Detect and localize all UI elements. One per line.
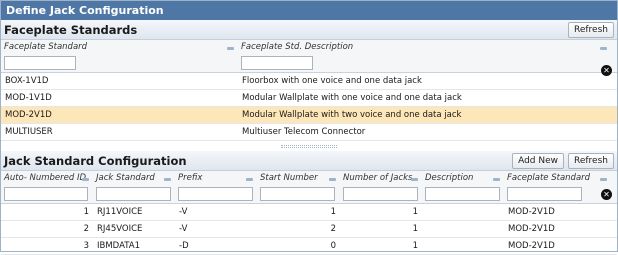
start-number-cell: 0 [330, 241, 336, 251]
jack-col-prefix[interactable]: Prefix [175, 173, 257, 183]
start-number-cell: 2 [330, 224, 336, 234]
number-of-jacks-cell: 1 [412, 224, 418, 234]
jack-grid-body: 1 RJ11VOICE -V 1 1 MOD-2V1D 2 RJ45VOICE … [1, 204, 617, 255]
column-label: Prefix [178, 173, 203, 183]
sort-handle-icon[interactable] [82, 178, 89, 181]
faceplate-description-cell: Multiuser Telecom Connector [242, 127, 366, 137]
jack-col-standard[interactable]: Jack Standard [93, 173, 175, 183]
jack-faceplate-cell: MOD-2V1D [508, 241, 555, 251]
jack-col-start[interactable]: Start Number [257, 173, 340, 183]
jack-col-count[interactable]: Number of Jacks [340, 173, 422, 183]
start-number-cell: 1 [330, 207, 336, 217]
faceplate-standard-cell: MULTIUSER [5, 127, 53, 137]
jack-faceplate-cell: MOD-2V1D [508, 207, 555, 217]
faceplate-standard-filter-input[interactable] [4, 56, 76, 70]
window-title: Define Jack Configuration [1, 1, 617, 20]
faceplate-standard-cell: MOD-1V1D [5, 93, 52, 103]
faceplate-description-cell: Modular Wallplate with two voice and one… [242, 110, 462, 120]
faceplate-section-header: Faceplate Standards Refresh [1, 20, 617, 40]
jack-id-filter-input[interactable] [4, 187, 88, 201]
faceplate-filter-description-cell [238, 56, 615, 70]
table-row[interactable]: 3 IBMDATA1 -D 0 1 MOD-2V1D [1, 238, 617, 255]
jack-filter-start-cell [257, 187, 340, 201]
faceplate-refresh-button[interactable]: Refresh [568, 21, 614, 38]
jack-id-cell: 1 [83, 207, 89, 217]
jack-standard-cell: RJ11VOICE [97, 207, 143, 217]
sort-handle-icon[interactable] [227, 47, 234, 50]
column-label: Start Number [260, 173, 318, 183]
prefix-cell: -V [179, 207, 188, 217]
jack-filter-standard-cell [93, 187, 175, 201]
jack-col-faceplate[interactable]: Faceplate Standard [504, 173, 615, 183]
jack-id-cell: 3 [83, 241, 89, 251]
faceplate-section-title: Faceplate Standards [4, 22, 138, 37]
jack-standard-cell: IBMDATA1 [97, 241, 140, 251]
faceplate-standard-cell: BOX-1V1D [5, 76, 49, 86]
jack-filter-description-cell [422, 187, 504, 201]
jack-filter-faceplate-cell [504, 187, 615, 201]
column-label: Faceplate Standard [507, 173, 591, 183]
sort-handle-icon[interactable] [493, 178, 500, 181]
jack-filter-prefix-cell [175, 187, 257, 201]
add-new-button[interactable]: Add New [512, 152, 564, 169]
column-label: Jack Standard [96, 173, 155, 183]
clear-filter-icon[interactable]: ✕ [601, 189, 612, 200]
sort-handle-icon[interactable] [246, 178, 253, 181]
define-jack-configuration-window: Define Jack Configuration Faceplate Stan… [0, 0, 618, 255]
faceplate-filter-standard-cell [1, 56, 238, 70]
sort-handle-icon[interactable] [600, 47, 607, 50]
table-row[interactable]: BOX-1V1D Floorbox with one voice and one… [1, 73, 617, 90]
prefix-filter-input[interactable] [178, 187, 253, 201]
table-row[interactable]: MOD-1V1D Modular Wallplate with one voic… [1, 90, 617, 107]
column-label: Description [425, 173, 474, 183]
jack-grid-header: Auto- Numbered ID Jack Standard Prefix S… [1, 171, 617, 204]
sort-handle-icon[interactable] [329, 178, 336, 181]
jack-col-description[interactable]: Description [422, 173, 504, 183]
splitter-grip-icon[interactable] [281, 144, 337, 148]
jack-standard-filter-input[interactable] [96, 187, 171, 201]
jack-section-title: Jack Standard Configuration [4, 153, 187, 168]
column-label: Faceplate Standard [4, 42, 88, 52]
description-filter-input[interactable] [425, 187, 500, 201]
faceplate-description-cell: Modular Wallplate with one voice and one… [242, 93, 462, 103]
panel-splitter[interactable] [1, 141, 617, 151]
column-label: Number of Jacks [343, 173, 413, 183]
column-label: Auto- Numbered ID [4, 173, 87, 183]
table-row[interactable]: 2 RJ45VOICE -V 2 1 MOD-2V1D [1, 221, 617, 238]
table-row-selected[interactable]: MOD-2V1D Modular Wallplate with two voic… [1, 107, 617, 124]
jack-faceplate-filter-input[interactable] [507, 187, 582, 201]
faceplate-grid-body: BOX-1V1D Floorbox with one voice and one… [1, 73, 617, 141]
prefix-cell: -V [179, 224, 188, 234]
sort-handle-icon[interactable] [164, 178, 171, 181]
jack-filter-id-cell [1, 187, 93, 201]
prefix-cell: -D [179, 241, 189, 251]
clear-filter-icon[interactable]: ✕ [601, 65, 612, 76]
faceplate-description-cell: Floorbox with one voice and one data jac… [242, 76, 422, 86]
jack-standard-cell: RJ45VOICE [97, 224, 143, 234]
sort-handle-icon[interactable] [600, 178, 607, 181]
sort-handle-icon[interactable] [411, 178, 418, 181]
jack-faceplate-cell: MOD-2V1D [508, 224, 555, 234]
faceplate-description-filter-input[interactable] [241, 56, 313, 70]
faceplate-col-standard[interactable]: Faceplate Standard [1, 42, 238, 52]
table-row[interactable]: 1 RJ11VOICE -V 1 1 MOD-2V1D [1, 204, 617, 221]
jack-filter-count-cell [340, 187, 422, 201]
jack-section-header: Jack Standard Configuration Add New Refr… [1, 151, 617, 171]
jack-refresh-button[interactable]: Refresh [568, 152, 614, 169]
start-number-filter-input[interactable] [260, 187, 335, 201]
number-of-jacks-cell: 1 [412, 241, 418, 251]
number-of-jacks-cell: 1 [412, 207, 418, 217]
jack-col-id[interactable]: Auto- Numbered ID [1, 173, 93, 183]
jack-id-cell: 2 [83, 224, 89, 234]
table-row[interactable]: MULTIUSER Multiuser Telecom Connector [1, 124, 617, 141]
number-of-jacks-filter-input[interactable] [343, 187, 418, 201]
faceplate-col-description[interactable]: Faceplate Std. Description [238, 42, 615, 52]
faceplate-grid-header: Faceplate Standard Faceplate Std. Descri… [1, 40, 617, 76]
column-label: Faceplate Std. Description [241, 42, 354, 52]
faceplate-standard-cell: MOD-2V1D [5, 110, 52, 120]
